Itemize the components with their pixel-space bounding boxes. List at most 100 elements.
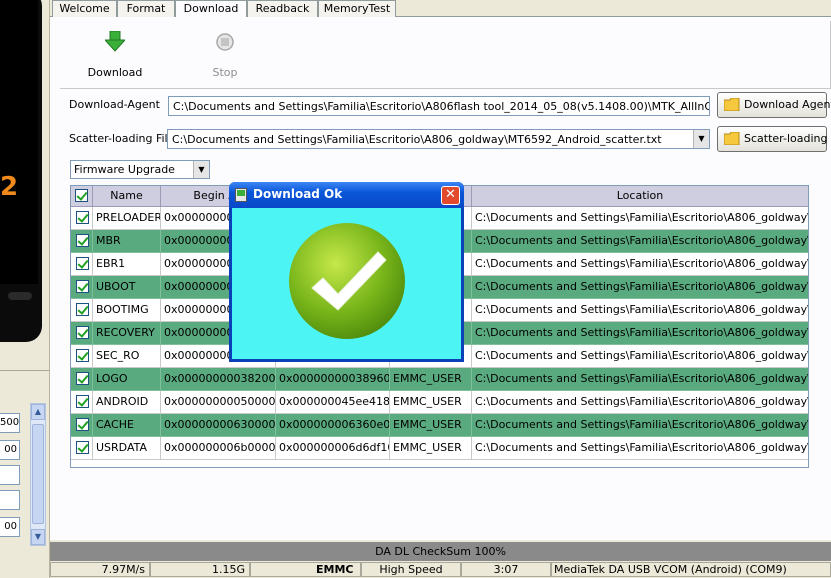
download-arrow-icon [105,31,125,52]
table-row[interactable]: ANDROID0x00000000050000000x000000045ee41… [71,391,808,414]
cell-region: EMMC_USER [390,391,472,414]
checkbox[interactable] [76,349,89,362]
cell-end: 0x000000006d6df10b [276,437,390,460]
checkbox[interactable] [76,280,89,293]
status-size: 1.15G [150,562,250,577]
status-time: 3:07 [461,562,551,577]
tab-readback[interactable]: Readback [247,0,318,17]
left-field-2[interactable]: 00 [0,440,20,460]
download-button[interactable]: Download [85,29,145,79]
cell-name: BOOTIMG [93,299,161,322]
success-check-icon [289,223,405,339]
status-bar: 7.97M/s 1.15G EMMC High Speed 3:07 Media… [50,561,831,578]
cell-location: C:\Documents and Settings\Familia\Escrit… [472,391,808,414]
phone-screen: 2 [0,0,38,284]
checkbox[interactable] [76,211,89,224]
cell-begin: 0x0000000003820000 [161,368,276,391]
scatter-file-combo[interactable]: C:\Documents and Settings\Familia\Escrit… [167,129,710,149]
download-ok-dialog: Download Ok ✕ [229,182,464,362]
scroll-up-icon[interactable]: ▲ [31,404,45,420]
cell-name: LOGO [93,368,161,391]
download-agent-label: Download-Agent [69,98,160,111]
cell-name: SEC_RO [93,345,161,368]
row-checkbox-cell[interactable] [71,230,93,253]
row-checkbox-cell[interactable] [71,299,93,322]
dialog-body [232,208,461,359]
folder-icon [724,132,740,145]
close-icon[interactable]: ✕ [441,186,460,205]
header-select-all[interactable] [71,186,93,207]
app-icon [235,188,247,202]
checkbox[interactable] [76,372,89,385]
download-label: Download [87,66,143,79]
chevron-down-icon[interactable]: ▼ [693,130,709,148]
cell-location: C:\Documents and Settings\Familia\Escrit… [472,345,808,368]
scroll-thumb[interactable] [32,424,44,524]
scroll-down-icon[interactable]: ▼ [31,529,45,545]
status-usb-speed: High Speed [361,562,461,577]
status-speed: 7.97M/s [50,562,150,577]
checkbox[interactable] [76,441,89,454]
cell-name: USRDATA [93,437,161,460]
download-agent-button[interactable]: Download Agent [717,92,831,118]
left-field-5[interactable]: 00 [0,517,20,537]
cell-region: EMMC_USER [390,414,472,437]
checkbox[interactable] [76,257,89,270]
chevron-down-icon[interactable]: ▼ [193,161,209,178]
scatter-loading-button[interactable]: Scatter-loading [717,126,827,152]
dialog-title-bar[interactable]: Download Ok ✕ [229,182,464,208]
cell-begin: 0x0000000063000000 [161,414,276,437]
checkbox[interactable] [76,418,89,431]
row-checkbox-cell[interactable] [71,437,93,460]
cell-name: CACHE [93,414,161,437]
toolbar: Download Stop [60,21,831,89]
row-checkbox-cell[interactable] [71,368,93,391]
tab-memorytest[interactable]: MemoryTest [318,0,396,17]
row-checkbox-cell[interactable] [71,207,93,230]
checkbox[interactable] [75,189,88,202]
cell-region: EMMC_USER [390,368,472,391]
row-checkbox-cell[interactable] [71,391,93,414]
cell-location: C:\Documents and Settings\Familia\Escrit… [472,414,808,437]
stop-label: Stop [212,66,238,79]
row-checkbox-cell[interactable] [71,414,93,437]
tab-download[interactable]: Download [175,0,247,18]
status-storage: EMMC [250,562,361,577]
tab-format[interactable]: Format [117,0,175,17]
status-port: MediaTek DA USB VCOM (Android) (COM9) [551,562,831,577]
left-field-4[interactable] [0,490,20,510]
cell-location: C:\Documents and Settings\Familia\Escrit… [472,322,808,345]
cell-name: UBOOT [93,276,161,299]
download-agent-input[interactable]: C:\Documents and Settings\Familia\Escrit… [168,96,710,116]
checkbox[interactable] [76,395,89,408]
cell-location: C:\Documents and Settings\Familia\Escrit… [472,230,808,253]
table-row[interactable]: CACHE0x00000000630000000x000000006360e09… [71,414,808,437]
table-row[interactable]: USRDATA0x000000006b0000000x000000006d6df… [71,437,808,460]
cell-location: C:\Documents and Settings\Familia\Escrit… [472,276,808,299]
checkbox[interactable] [76,303,89,316]
cell-location: C:\Documents and Settings\Familia\Escrit… [472,207,808,230]
cell-location: C:\Documents and Settings\Familia\Escrit… [472,253,808,276]
row-checkbox-cell[interactable] [71,322,93,345]
cell-end: 0x000000000389600b [276,368,390,391]
row-checkbox-cell[interactable] [71,345,93,368]
tab-bar: Welcome Format Download Readback MemoryT… [50,0,831,18]
mode-select-value: Firmware Upgrade [74,163,175,176]
left-scrollbar[interactable]: ▲ ▼ [30,403,46,546]
phone-image: 2 [0,0,42,342]
stop-button[interactable]: Stop [195,29,255,79]
checkbox[interactable] [76,326,89,339]
scatter-label: Scatter-loading File [69,132,175,145]
cell-name: ANDROID [93,391,161,414]
left-field-1[interactable]: 500 [0,413,20,433]
cell-begin: 0x000000006b000000 [161,437,276,460]
cell-location: C:\Documents and Settings\Familia\Escrit… [472,368,808,391]
tab-welcome[interactable]: Welcome [52,0,117,17]
left-field-3[interactable] [0,465,20,485]
mode-select[interactable]: Firmware Upgrade ▼ [70,160,210,179]
row-checkbox-cell[interactable] [71,276,93,299]
checkbox[interactable] [76,234,89,247]
header-location: Location [472,186,808,207]
row-checkbox-cell[interactable] [71,253,93,276]
table-row[interactable]: LOGO0x00000000038200000x000000000389600b… [71,368,808,391]
